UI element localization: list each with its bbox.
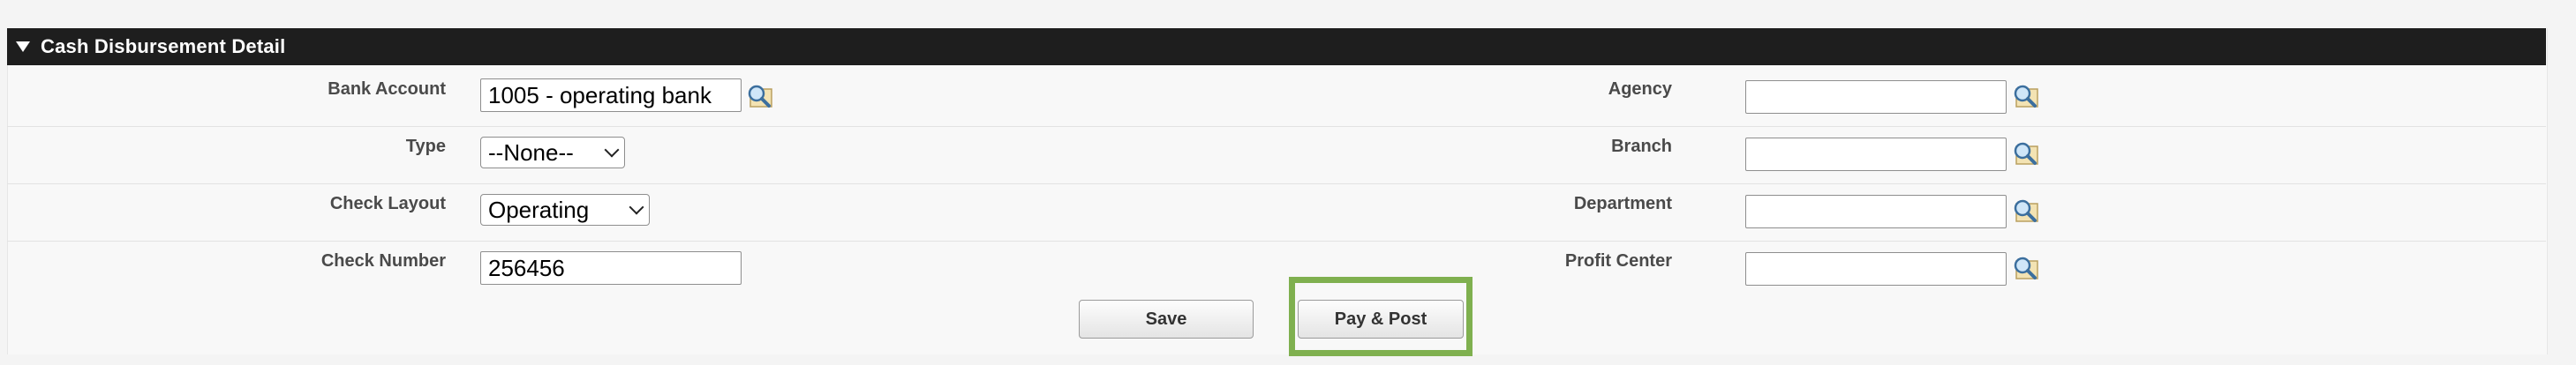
- bank-account-value: 1005 - operating bank: [488, 81, 712, 108]
- section-header[interactable]: Cash Disbursement Detail: [7, 28, 2546, 65]
- save-button[interactable]: Save: [1079, 300, 1254, 339]
- check-layout-selected-value: Operating: [488, 196, 590, 223]
- type-select[interactable]: --None--: [480, 137, 625, 168]
- type-label: Type: [405, 137, 446, 156]
- check-layout-label: Check Layout: [329, 194, 446, 213]
- chevron-down-icon: [629, 199, 644, 215]
- profit-center-label: Profit Center: [1564, 251, 1672, 271]
- collapse-triangle-icon[interactable]: [16, 41, 30, 52]
- agency-input[interactable]: [1745, 80, 2007, 114]
- bank-account-label: Bank Account: [328, 79, 446, 99]
- department-input[interactable]: [1745, 195, 2007, 228]
- department-label: Department: [1573, 194, 1672, 213]
- branch-label: Branch: [1611, 137, 1672, 156]
- branch-input[interactable]: [1745, 138, 2007, 171]
- agency-lookup-icon[interactable]: [2011, 82, 2041, 112]
- agency-label: Agency: [1608, 79, 1672, 99]
- check-layout-select[interactable]: Operating: [480, 194, 650, 226]
- section-title: Cash Disbursement Detail: [41, 35, 286, 57]
- bank-account-input[interactable]: 1005 - operating bank: [480, 78, 742, 112]
- bank-account-lookup-icon[interactable]: [745, 82, 775, 112]
- check-number-input[interactable]: 256456: [480, 251, 742, 285]
- check-number-value: 256456: [488, 254, 565, 281]
- row-divider: [7, 126, 2546, 127]
- chevron-down-icon: [604, 142, 620, 158]
- row-divider: [7, 241, 2546, 242]
- cash-disbursement-section: [7, 28, 2548, 354]
- profit-center-input[interactable]: [1745, 252, 2007, 286]
- profit-center-lookup-icon[interactable]: [2011, 254, 2041, 284]
- department-lookup-icon[interactable]: [2011, 197, 2041, 227]
- row-divider: [7, 183, 2546, 184]
- pay-and-post-button[interactable]: Pay & Post: [1298, 300, 1464, 339]
- branch-lookup-icon[interactable]: [2011, 139, 2041, 169]
- check-number-label: Check Number: [320, 251, 446, 271]
- type-selected-value: --None--: [488, 138, 574, 166]
